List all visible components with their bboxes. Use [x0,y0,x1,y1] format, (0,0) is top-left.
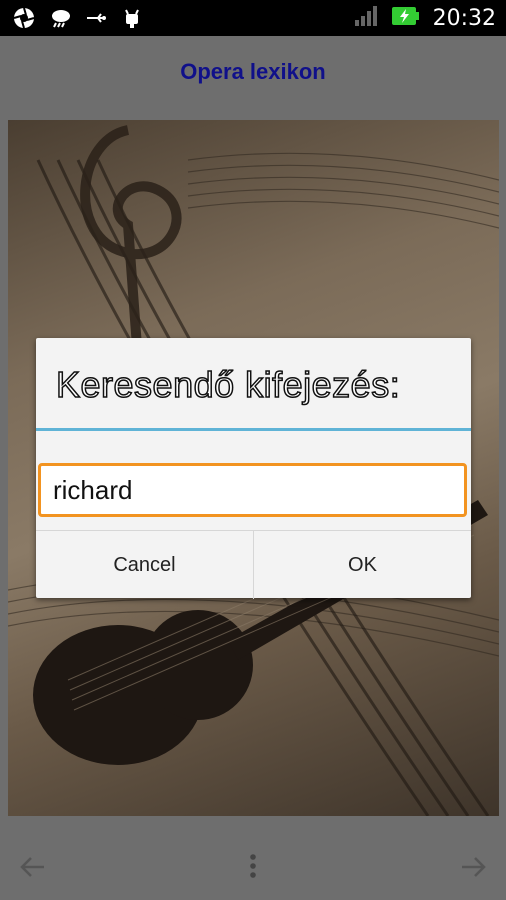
signal-strength-icon [353,4,379,33]
weather-icon [48,6,72,35]
status-bar: 20:32 [0,0,506,36]
clock: 20:32 [432,6,496,31]
dialog-title: Keresendő kifejezés: [55,363,401,406]
bottom-navigation [0,818,506,900]
overflow-menu-icon[interactable] [246,852,260,887]
android-debug-icon [120,6,144,35]
usb-icon [84,6,108,35]
battery-charging-icon [391,4,421,33]
cancel-button[interactable]: Cancel [36,531,253,599]
title-bar: Opera lexikon [0,36,506,108]
aperture-icon [12,6,36,35]
ok-button[interactable]: OK [253,531,471,599]
arrow-right-icon[interactable] [458,852,488,887]
arrow-left-icon[interactable] [18,852,48,887]
dialog-buttons: Cancel OK [36,530,471,599]
status-icons-left [12,6,144,35]
status-icons-right: 20:32 [353,4,496,33]
dialog-divider [36,428,471,431]
search-input[interactable] [38,463,467,517]
app-title: Opera lexikon [180,59,326,84]
search-dialog: Keresendő kifejezés: Cancel OK [36,338,471,599]
